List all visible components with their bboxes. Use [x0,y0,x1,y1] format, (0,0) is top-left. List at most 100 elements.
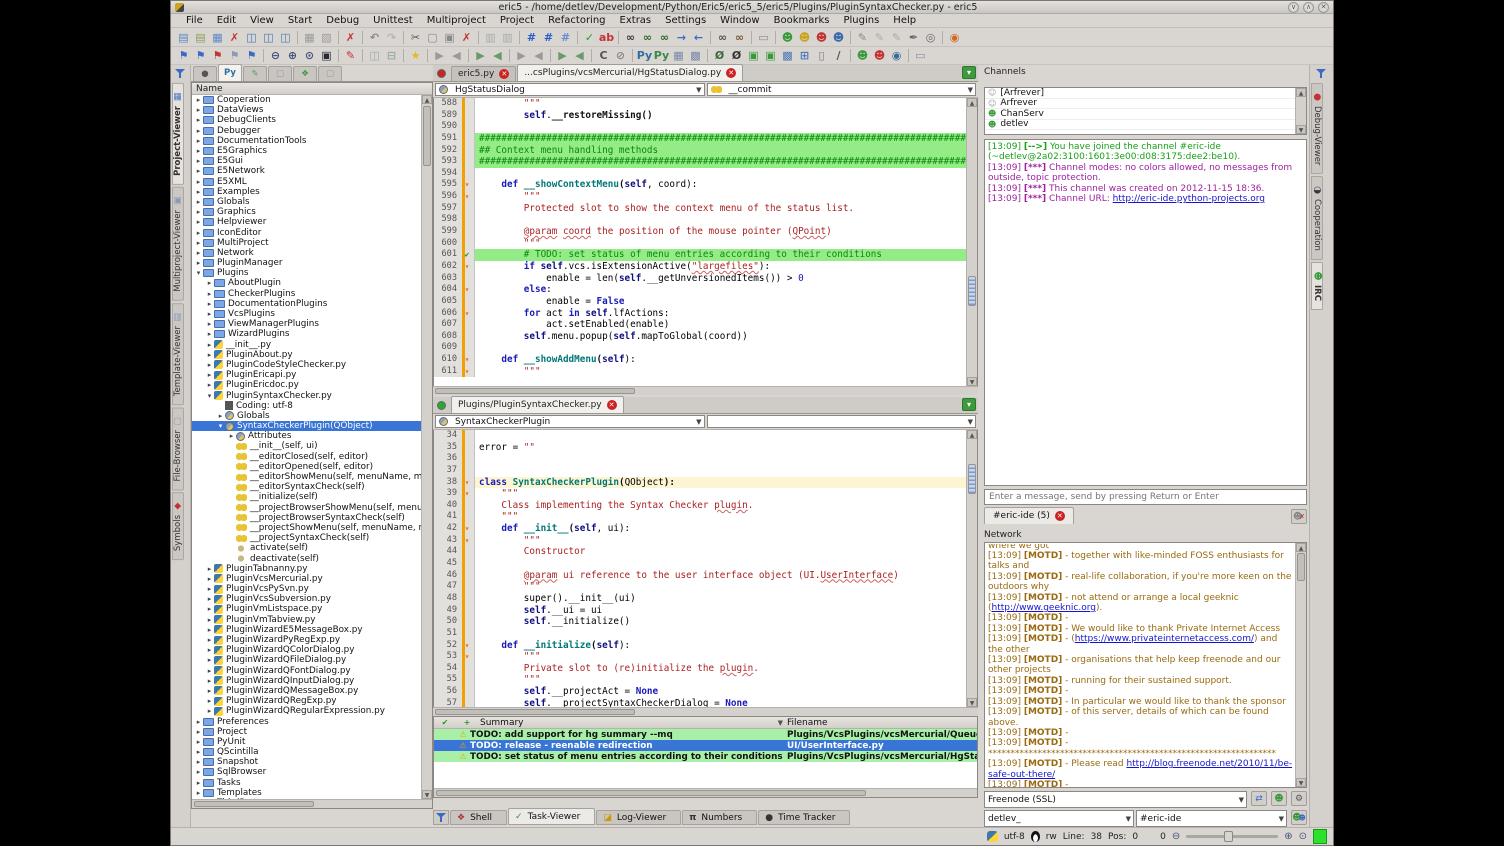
tree-item[interactable]: ▸ E5Gui [192,156,421,166]
code-line[interactable]: 601 ✔ # TODO: set status of menu entries… [434,249,966,261]
fold-margin[interactable]: ▾ [460,261,475,273]
filter-button[interactable] [433,810,449,825]
pretty-print2-icon[interactable]: Ø [728,48,745,64]
line-number[interactable]: 603 [434,273,460,285]
fold-margin[interactable] [460,674,475,686]
share-edit-icon[interactable]: ☻ [796,29,813,45]
search-icon[interactable]: ∞ [622,29,639,45]
zoom-slider-thumb[interactable] [1224,831,1233,842]
slash-icon[interactable]: ∕ [830,48,847,64]
eol-linux-icon[interactable] [1031,831,1040,842]
fold-margin[interactable] [460,581,475,593]
tree-item[interactable]: ▸ PluginWizardE5MessageBox.py [192,625,421,635]
zoom-reset-icon[interactable]: ⊙ [301,48,318,64]
fold-margin[interactable]: ✔ [460,249,475,261]
fold-margin[interactable] [460,616,475,628]
expand-arrow-icon[interactable]: ▸ [194,208,203,216]
print-icon[interactable]: ▦ [301,29,318,45]
zoom-slider[interactable] [1186,835,1278,838]
tree-item[interactable]: __projectBrowserShowMenu(self, menuN [192,503,421,513]
tree-item[interactable]: ▸ PluginCodeStyleChecker.py [192,360,421,370]
tree-item[interactable]: ▸ Globals [192,411,421,421]
tree-item[interactable]: ▸ PluginVmListspace.py [192,604,421,614]
code-line[interactable]: 597 Protected slot to show the context m… [434,203,966,215]
sort-arrow-icon[interactable]: ▼ [778,719,783,727]
bottom-editor[interactable]: 34 35 error = "" 36 [433,430,978,707]
editor-tab[interactable]: Plugins/PluginSyntaxChecker.py ✕ [451,396,624,413]
code-line[interactable]: 607 act.setEnabled(enable) [434,319,966,331]
fold-margin[interactable] [460,465,475,477]
expand-arrow-icon[interactable]: ▸ [205,697,214,705]
package-diagram-icon[interactable]: ⊞ [796,48,813,64]
code-line[interactable]: 57 self.__projectSyntaxCheckerDialog = N… [434,698,966,707]
tool-tab[interactable]: ● Time Tracker [758,810,850,825]
fold-margin[interactable] [460,331,475,343]
code-line[interactable]: 49 self.__ui = ui [434,605,966,617]
line-number[interactable]: 609 [434,342,460,354]
fold-margin[interactable] [460,342,475,354]
tree-hscrollbar[interactable] [192,799,432,808]
refresh-icon[interactable]: C [595,48,612,64]
code-line[interactable]: 598 [434,214,966,226]
tree-vscrollbar[interactable]: ▲ ▼ [421,95,432,799]
code-line[interactable]: 599 @param coord the position of the mou… [434,226,966,238]
tree-item[interactable]: ▸ PluginWizardQRegExp.py [192,696,421,706]
expand-arrow-icon[interactable]: ▸ [205,320,214,328]
line-number[interactable]: 593 [434,156,460,168]
menu-item[interactable]: Bookmarks [767,15,837,26]
line-number[interactable]: 594 [434,168,460,180]
snapshot-full-icon[interactable]: ✎ [888,29,905,45]
new-icon[interactable]: ▤ [175,29,192,45]
expand-arrow-icon[interactable]: ▸ [194,198,203,206]
fold-margin[interactable]: ▾ [460,284,475,296]
code-line[interactable]: 592 ## Context menu handling methods [434,145,966,157]
tree-item[interactable]: ▸ PluginEricapi.py [192,370,421,380]
class-combo[interactable]: HgStatusDialog ▼ [435,83,705,96]
fold-margin[interactable]: ▾ [460,179,475,191]
expand-arrow-icon[interactable]: ▸ [227,432,236,440]
code-line[interactable]: 51 [434,628,966,640]
tree-item[interactable]: ▸ PluginWizardPyRegExp.py [192,635,421,645]
copy-icon[interactable]: ▢ [424,29,441,45]
code-line[interactable]: 596 ▾ """ [434,191,966,203]
expand-arrow-icon[interactable]: ▸ [194,218,203,226]
tree-item[interactable]: ▸ MultiProject [192,238,421,248]
code-line[interactable]: 605 enable = False [434,296,966,308]
menu-item[interactable]: Unittest [366,15,420,26]
fold-margin[interactable]: ▾ [460,488,475,500]
task-row[interactable]: ⚠ TODO: set status of menu entries accor… [434,751,977,762]
fold-margin[interactable] [460,121,475,133]
tree-item[interactable]: ▸ PluginManager [192,258,421,268]
unindent-icon[interactable]: ▥ [499,29,516,45]
fold-margin[interactable] [460,546,475,558]
expand-arrow-icon[interactable]: ▸ [194,116,203,124]
tree-item[interactable]: ▸ DocumentationTools [192,136,421,146]
readwrite-indicator[interactable]: rw [1046,832,1057,842]
line-number[interactable]: 607 [434,319,460,331]
zoom-fixed-icon[interactable]: ▣ [318,48,335,64]
search-next-icon[interactable]: ∞ [639,29,656,45]
leave-channel-button[interactable]: ☻✗ [1291,509,1307,524]
tree-item[interactable]: ▾ SyntaxCheckerPlugin(QObject) [192,421,421,431]
expand-arrow-icon[interactable]: ▸ [205,300,214,308]
share-connect-icon[interactable]: ☻ [779,29,796,45]
code-line[interactable]: 36 [434,453,966,465]
channel-select[interactable]: #eric-ide ▼ [1136,810,1287,827]
tool-tab[interactable]: π Numbers [682,810,757,825]
line-number[interactable]: 38 [434,477,460,489]
line-number[interactable]: 591 [434,133,460,145]
snapshot-pencil-icon[interactable]: ✎ [854,29,871,45]
project-resources-tab[interactable]: ❖ [293,66,317,81]
channel-close-icon[interactable]: ✕ [1055,511,1065,521]
fold-margin[interactable] [460,663,475,675]
fold-margin[interactable] [460,319,475,331]
zoom-in-icon[interactable]: ⊕ [284,48,301,64]
toggle-comment-icon[interactable]: # [557,29,574,45]
fold-margin[interactable]: ▾ [460,523,475,535]
summary-column-header[interactable]: Summary [478,718,778,728]
expand-arrow-icon[interactable]: ▸ [194,167,203,175]
error-prev-icon[interactable]: ▶ [554,48,571,64]
line-number[interactable]: 49 [434,605,460,617]
code-line[interactable]: 595 ▾ def __showContextMenu(self, coord)… [434,179,966,191]
fold-margin[interactable] [460,203,475,215]
